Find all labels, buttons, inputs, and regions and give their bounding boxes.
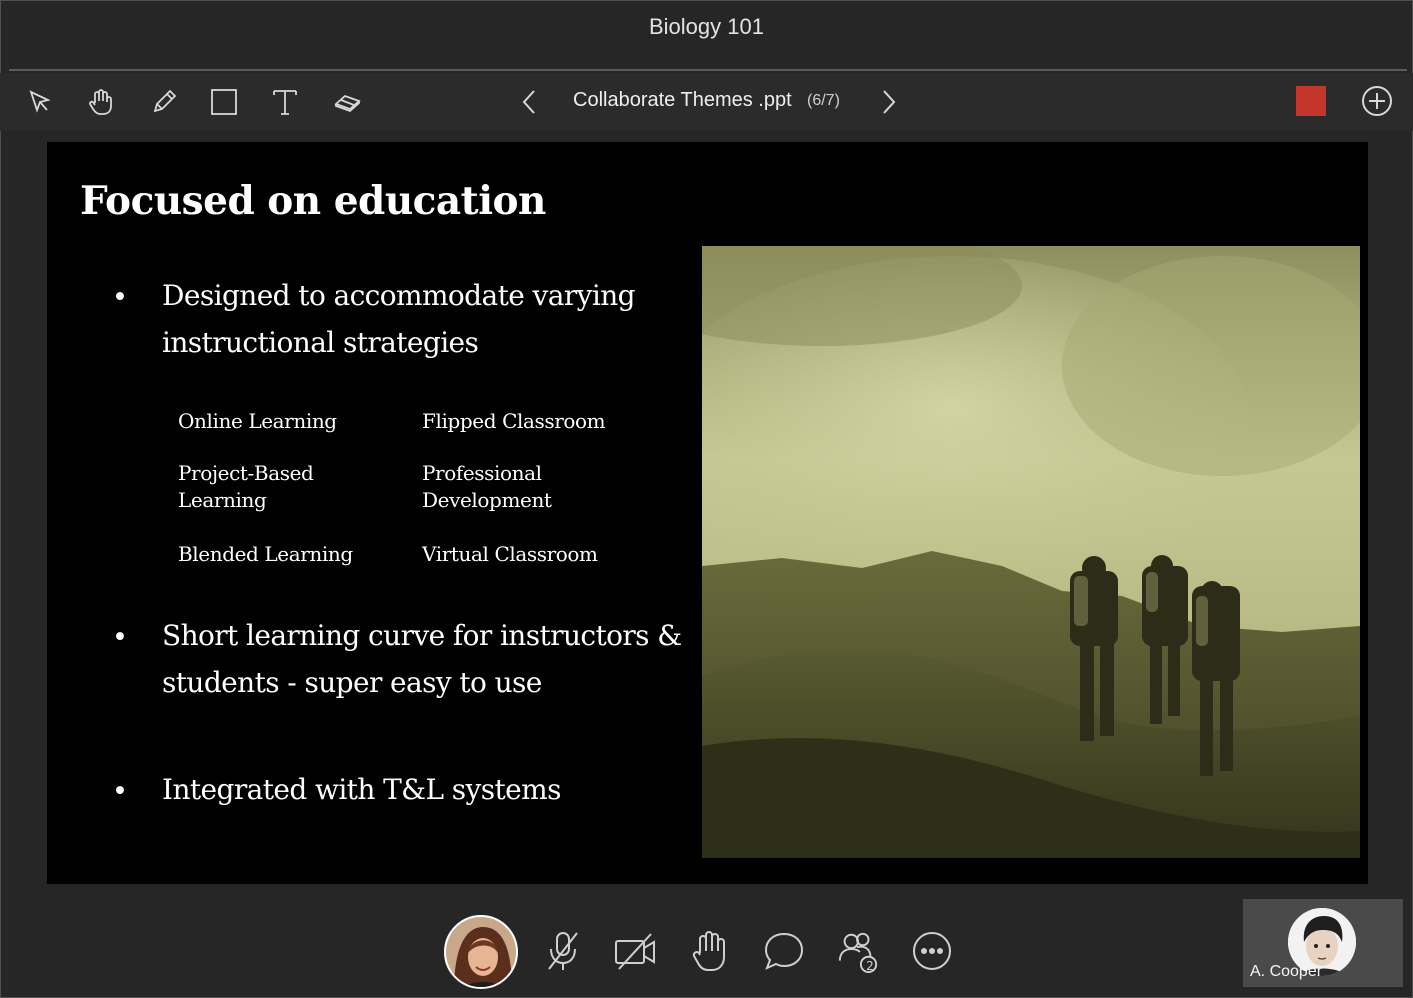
bullet-item: Integrated with T&L systems — [162, 773, 561, 806]
slide-photo-hikers — [702, 246, 1360, 858]
chat-icon[interactable] — [762, 928, 806, 974]
previous-slide-button[interactable] — [516, 88, 542, 116]
attendees-count-badge: 2 — [866, 959, 874, 973]
pencil-icon[interactable] — [146, 84, 182, 120]
bullet-item: Designed to accommodate varying instruct… — [162, 279, 636, 359]
bullet-marker: • — [112, 282, 128, 313]
strategy-item: Blended Learning — [178, 542, 353, 566]
pan-hand-icon[interactable] — [83, 84, 119, 120]
text-icon[interactable] — [267, 84, 303, 120]
attendees-icon[interactable]: 2 — [836, 928, 880, 974]
my-avatar[interactable] — [444, 915, 518, 989]
strategy-item: Online Learning — [178, 409, 337, 433]
rectangle-icon[interactable] — [206, 84, 242, 120]
microphone-muted-icon[interactable] — [541, 928, 585, 974]
select-pointer-icon[interactable] — [22, 84, 58, 120]
window-title: Biology 101 — [649, 14, 764, 39]
strategy-item: Virtual Classroom — [422, 542, 598, 566]
bullet-item: Short learning curve for instructors & s… — [162, 619, 682, 699]
chevron-right-icon — [883, 90, 896, 114]
bullet-marker: • — [112, 776, 128, 807]
camera-off-icon[interactable] — [613, 928, 657, 974]
raise-hand-icon[interactable] — [688, 928, 732, 974]
strategy-item: Flipped Classroom — [422, 409, 606, 433]
annotation-color-swatch[interactable] — [1296, 86, 1326, 116]
next-slide-button[interactable] — [876, 88, 902, 116]
strategy-item: Professional Development — [422, 461, 552, 512]
strategy-item: Project-Based Learning — [178, 461, 314, 512]
chevron-left-icon — [522, 90, 535, 114]
participant-name: A. Cooper — [1250, 963, 1323, 980]
slide-title: Focused on education — [80, 178, 546, 224]
add-content-button[interactable] — [1360, 84, 1394, 118]
bullet-marker: • — [112, 622, 128, 653]
plus-circle-icon — [1362, 86, 1392, 116]
title-divider — [9, 69, 1407, 71]
page-indicator: (6/7) — [807, 92, 840, 109]
document-name: Collaborate Themes .ppt — [573, 89, 792, 111]
eraser-icon[interactable] — [329, 84, 365, 120]
more-options-icon[interactable] — [910, 928, 954, 974]
title-bar: Biology 101 — [0, 0, 1413, 60]
